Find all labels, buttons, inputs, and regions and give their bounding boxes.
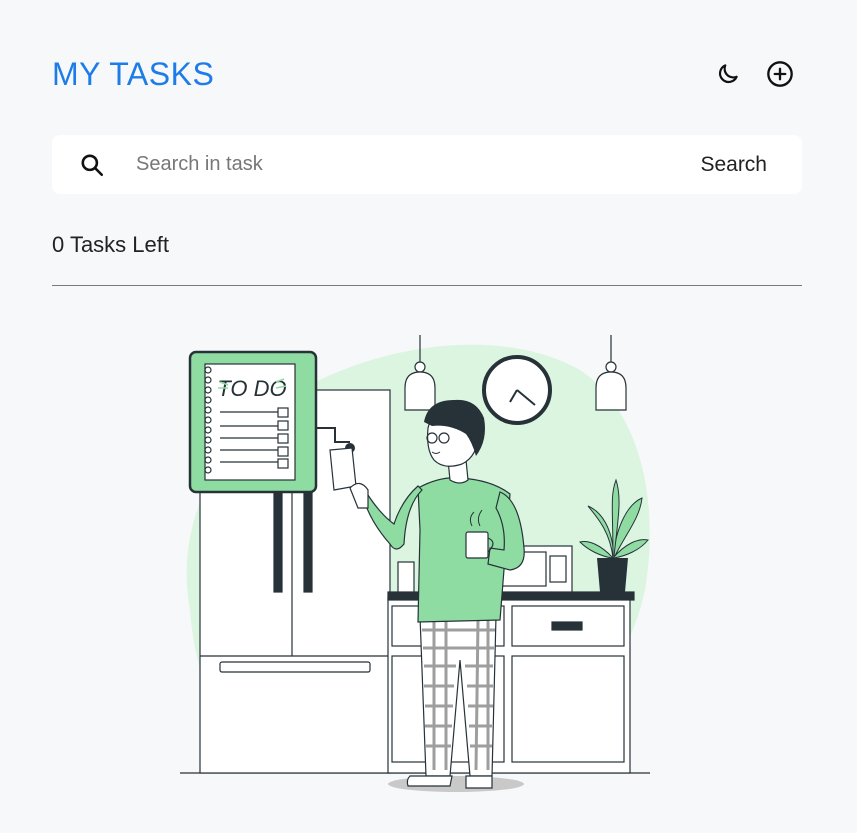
search-input[interactable]	[134, 143, 701, 186]
add-task-button[interactable]	[765, 59, 795, 89]
page: MY TASKS Search 0	[0, 0, 857, 833]
moon-icon	[718, 64, 738, 84]
page-title: MY TASKS	[52, 55, 215, 92]
wall-clock	[482, 355, 552, 425]
empty-state-illustration: TO DO	[180, 335, 650, 792]
todo-board: TO DO	[188, 350, 318, 494]
header: MY TASKS	[52, 52, 802, 96]
paper-note	[329, 447, 357, 491]
plus-circle-icon	[767, 61, 793, 87]
theme-toggle-button[interactable]	[713, 59, 743, 89]
search-icon	[79, 152, 105, 178]
tasks-left-count: 0 Tasks Left	[52, 232, 169, 257]
divider	[52, 285, 802, 286]
search-bar: Search	[52, 135, 802, 194]
header-actions	[713, 59, 795, 89]
search-button[interactable]: Search	[700, 153, 767, 177]
